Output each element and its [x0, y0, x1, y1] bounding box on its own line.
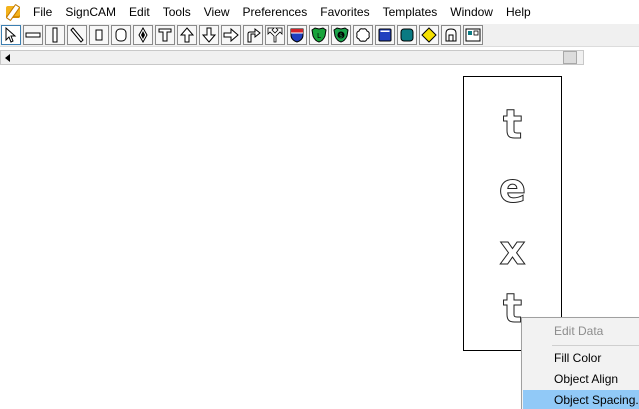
- green-dollar-shield-icon: $: [333, 27, 349, 43]
- scroll-left-arrow-icon[interactable]: [2, 52, 14, 63]
- context-menu-object-align[interactable]: Object Align: [523, 369, 639, 390]
- context-menu-object-spacing[interactable]: Object Spacing...: [523, 390, 639, 409]
- menu-signcam[interactable]: SignCAM: [59, 0, 123, 24]
- cloud-shape-button[interactable]: [353, 25, 373, 45]
- arrow-down-button[interactable]: [199, 25, 219, 45]
- panel-layout-icon: [465, 28, 481, 42]
- diamond-button[interactable]: [133, 25, 153, 45]
- svg-text:$: $: [339, 33, 343, 40]
- arrow-split-button[interactable]: [265, 25, 285, 45]
- panel-layout-button[interactable]: [463, 25, 483, 45]
- small-rectangle-icon: [95, 29, 103, 41]
- drawing-toolbar: L $: [0, 24, 639, 47]
- signcam-window: File SignCAM Edit Tools View Preferences…: [0, 0, 639, 409]
- green-dollar-shield-button[interactable]: $: [331, 25, 351, 45]
- menu-edit[interactable]: Edit: [123, 0, 157, 24]
- yellow-diamond-button[interactable]: [419, 25, 439, 45]
- rounded-rectangle-icon: [115, 28, 127, 42]
- scrollbar-thumb[interactable]: [563, 51, 577, 64]
- menu-help[interactable]: Help: [500, 0, 538, 24]
- menu-bar: File SignCAM Edit Tools View Preferences…: [0, 0, 639, 24]
- text-tool-button[interactable]: [155, 25, 175, 45]
- horizontal-rectangle-button[interactable]: [23, 25, 43, 45]
- vertical-rectangle-button[interactable]: [45, 25, 65, 45]
- vertical-rectangle-icon: [52, 27, 58, 43]
- signcam-app-icon[interactable]: [5, 3, 21, 22]
- select-pointer-icon: [5, 27, 17, 43]
- blue-rectangle-button[interactable]: [375, 25, 395, 45]
- sign-letter[interactable]: t: [464, 105, 561, 146]
- arrow-down-icon: [201, 27, 217, 43]
- context-menu: Edit Data Fill Color Object Align Object…: [521, 317, 639, 409]
- sign-letter[interactable]: x: [464, 231, 561, 272]
- arrow-up-button[interactable]: [177, 25, 197, 45]
- menu-window[interactable]: Window: [444, 0, 500, 24]
- horizontal-rectangle-icon: [25, 32, 41, 38]
- arrow-right-icon: [223, 27, 239, 43]
- sign-panel[interactable]: t e x t: [463, 76, 562, 351]
- blue-rectangle-icon: [378, 28, 392, 42]
- green-shield-icon: L: [311, 27, 327, 43]
- teal-rounded-square-icon: [400, 28, 414, 42]
- tombstone-shape-icon: [445, 28, 457, 42]
- context-menu-separator: [552, 345, 639, 346]
- menu-view[interactable]: View: [198, 0, 237, 24]
- cloud-shape-icon: [356, 28, 370, 42]
- diagonal-line-icon: [70, 27, 84, 43]
- rounded-rectangle-button[interactable]: [111, 25, 131, 45]
- diagonal-line-button[interactable]: [67, 25, 87, 45]
- teal-rounded-square-button[interactable]: [397, 25, 417, 45]
- select-pointer-button[interactable]: [1, 25, 21, 45]
- sign-letter[interactable]: e: [464, 169, 561, 210]
- yellow-diamond-icon: [421, 27, 437, 43]
- context-menu-edit-data: Edit Data: [554, 324, 604, 338]
- arrow-up-icon: [179, 27, 195, 43]
- interstate-shield-icon: [290, 28, 304, 43]
- menu-file[interactable]: File: [27, 0, 59, 24]
- menu-favorites[interactable]: Favorites: [314, 0, 376, 24]
- text-tool-icon: [158, 28, 172, 42]
- green-shield-button[interactable]: L: [309, 25, 329, 45]
- diamond-icon: [138, 27, 148, 43]
- tombstone-shape-button[interactable]: [441, 25, 461, 45]
- interstate-shield-button[interactable]: [287, 25, 307, 45]
- menu-templates[interactable]: Templates: [377, 0, 445, 24]
- menu-tools[interactable]: Tools: [157, 0, 198, 24]
- arrow-right-button[interactable]: [221, 25, 241, 45]
- small-rectangle-button[interactable]: [89, 25, 109, 45]
- svg-text:L: L: [317, 32, 321, 40]
- context-menu-fill-color[interactable]: Fill Color: [523, 348, 639, 369]
- arrow-split-icon: [267, 27, 283, 43]
- horizontal-scrollbar[interactable]: [0, 50, 584, 65]
- arrow-turn-right-icon: [247, 27, 261, 43]
- arrow-turn-right-button[interactable]: [243, 25, 263, 45]
- menu-preferences[interactable]: Preferences: [237, 0, 315, 24]
